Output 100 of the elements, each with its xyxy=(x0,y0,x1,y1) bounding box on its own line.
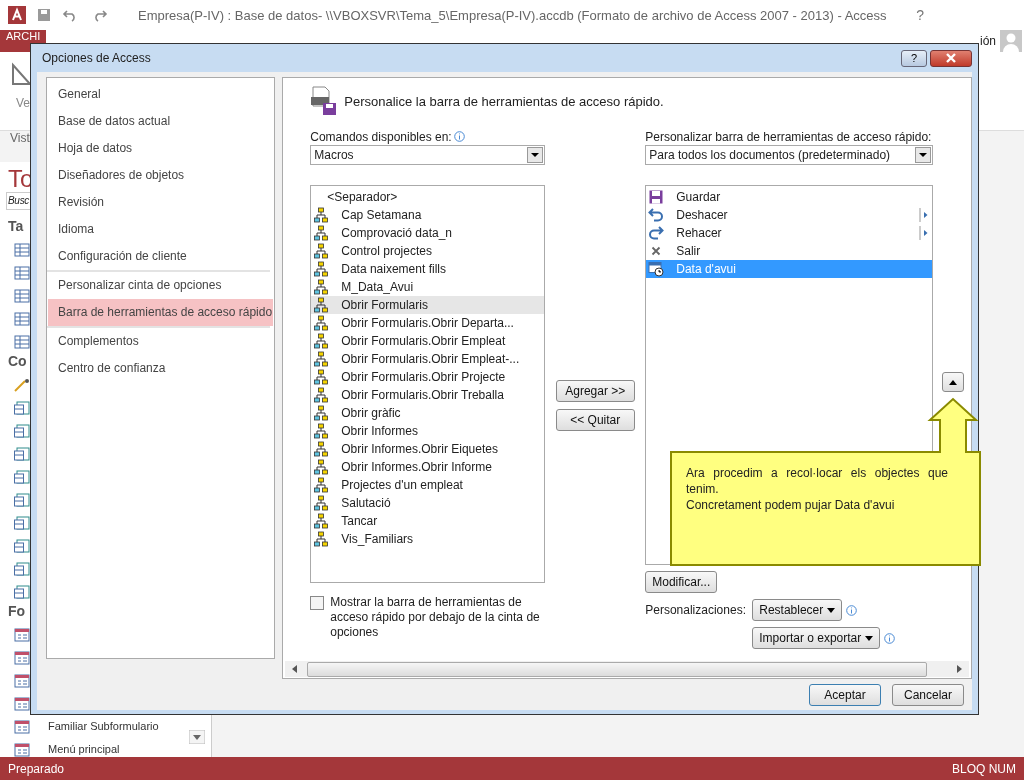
command-item[interactable]: Cap Setamana xyxy=(311,206,545,224)
category-item[interactable]: Idioma xyxy=(48,216,274,243)
command-item[interactable]: Salutació xyxy=(311,494,545,512)
category-item[interactable]: Configuración de cliente xyxy=(48,243,274,270)
toolbar-item[interactable]: Guardar xyxy=(646,188,933,206)
view-button-label[interactable]: Ve xyxy=(16,96,30,110)
help-button[interactable]: ? xyxy=(916,7,924,23)
form-icon[interactable] xyxy=(14,650,30,665)
query-icon[interactable] xyxy=(14,423,30,438)
query-icon[interactable] xyxy=(14,515,30,530)
form-icon[interactable] xyxy=(14,696,30,711)
command-item[interactable]: Comprovació data_n xyxy=(311,224,545,242)
query-icon[interactable] xyxy=(14,561,30,576)
help-button[interactable]: ? xyxy=(901,49,927,67)
checkbox[interactable] xyxy=(310,596,325,610)
command-item[interactable]: Obrir Formularis xyxy=(311,296,545,314)
command-item[interactable]: <Separador> xyxy=(311,188,545,206)
reset-dropdown-button[interactable]: Restablecer xyxy=(752,599,843,621)
category-item[interactable]: Base de datos actual xyxy=(48,108,274,135)
caret-icon xyxy=(827,607,836,613)
form-icon[interactable] xyxy=(14,742,30,757)
table-icon[interactable] xyxy=(14,265,30,280)
status-text: Preparado xyxy=(8,761,65,776)
macro-icon xyxy=(313,369,330,385)
query-icon[interactable] xyxy=(14,538,30,553)
command-item[interactable]: Obrir Informes.Obrir Informe xyxy=(311,458,545,476)
commands-label: Comandos disponibles en: xyxy=(310,128,546,145)
command-item[interactable]: Control projectes xyxy=(311,242,545,260)
macro-icon xyxy=(313,495,330,511)
command-item[interactable]: Obrir Formularis.Obrir Projecte xyxy=(311,368,545,386)
table-icon[interactable] xyxy=(14,334,30,349)
command-item[interactable]: Obrir Informes xyxy=(311,422,545,440)
macro-icon xyxy=(313,207,330,223)
query-icon[interactable] xyxy=(14,469,30,484)
category-item[interactable]: Diseñadores de objetos xyxy=(48,162,274,189)
macro-icon xyxy=(313,297,330,313)
command-item[interactable]: M_Data_Avui xyxy=(311,278,545,296)
checkbox-label[interactable]: Mostrar la barra de herramientas de acceso rápido por debajo de la cinta de opciones xyxy=(330,595,541,640)
category-item[interactable]: Hoja de datos xyxy=(48,135,274,162)
add-button[interactable]: Agregar >> xyxy=(555,380,635,402)
command-item[interactable]: Projectes d'un empleat xyxy=(311,476,545,494)
save-icon xyxy=(648,189,665,205)
remove-button[interactable]: << Quitar xyxy=(555,409,635,431)
cancel-button[interactable]: Cancelar xyxy=(892,683,964,706)
ok-button[interactable]: Aceptar xyxy=(809,683,881,706)
toolbar-item[interactable]: Deshacer xyxy=(646,206,933,224)
command-item[interactable]: Obrir Informes.Obrir Eiquetes xyxy=(311,440,545,458)
macro-icon xyxy=(313,351,330,367)
toolbar-item[interactable]: Rehacer xyxy=(646,224,933,242)
close-icon[interactable] xyxy=(946,53,956,63)
commands-dropdown[interactable]: Macros xyxy=(310,145,546,165)
query-icon[interactable] xyxy=(14,492,30,507)
category-item[interactable]: Personalizar cinta de opciones xyxy=(48,272,274,299)
sign-in-link[interactable]: ión xyxy=(980,34,996,48)
command-item[interactable]: Obrir Formularis.Obrir Empleat-... xyxy=(311,350,545,368)
command-item[interactable]: Vis_Familiars xyxy=(311,530,545,548)
scroll-right-icon[interactable] xyxy=(955,665,963,673)
horizontal-scrollbar[interactable] xyxy=(285,661,969,677)
toolbar-item[interactable]: Salir xyxy=(646,242,933,260)
save-icon[interactable] xyxy=(36,7,52,23)
table-icon[interactable] xyxy=(14,311,30,326)
wand-icon[interactable] xyxy=(14,377,30,392)
table-icon[interactable] xyxy=(14,288,30,303)
scroll-down-icon[interactable] xyxy=(189,730,205,744)
up-arrow-icon xyxy=(949,379,958,385)
form-icon[interactable] xyxy=(14,627,30,642)
category-item[interactable]: Complementos xyxy=(48,328,274,355)
command-item[interactable]: Obrir Formularis.Obrir Treballa xyxy=(311,386,545,404)
query-icon[interactable] xyxy=(14,584,30,599)
form-icon[interactable] xyxy=(14,673,30,688)
macro-icon xyxy=(313,441,330,457)
query-icon[interactable] xyxy=(14,400,30,415)
form-icon[interactable] xyxy=(14,719,30,734)
category-item[interactable]: Revisión xyxy=(48,189,274,216)
import-export-dropdown-button[interactable]: Importar o exportar xyxy=(752,627,881,649)
nav-item-label[interactable]: Familiar Subformulario xyxy=(48,720,159,733)
macro-icon xyxy=(313,333,330,349)
macro-icon xyxy=(313,513,330,529)
scroll-left-icon[interactable] xyxy=(291,665,300,673)
command-item[interactable]: Obrir Formularis.Obrir Empleat xyxy=(311,332,545,350)
category-item[interactable]: Centro de confianza xyxy=(48,355,274,382)
submenu-arrow-icon xyxy=(919,208,929,222)
category-item[interactable]: General xyxy=(48,81,274,108)
close-button[interactable] xyxy=(930,49,972,67)
info-icon xyxy=(846,604,858,616)
macro-icon xyxy=(313,477,330,493)
printer-save-icon xyxy=(310,86,339,116)
command-item[interactable]: Data naixement fills xyxy=(311,260,545,278)
nav-item-label[interactable]: Menú principal xyxy=(48,743,120,756)
command-item[interactable]: Obrir gràfic xyxy=(311,404,545,422)
query-icon[interactable] xyxy=(14,446,30,461)
command-item[interactable]: Obrir Formularis.Obrir Departa... xyxy=(311,314,545,332)
category-item[interactable]: Barra de herramientas de acceso rápido xyxy=(48,299,274,326)
macro-icon xyxy=(313,387,330,403)
toolbar-dropdown[interactable]: Para todos los documentos (predeterminado) xyxy=(645,145,934,165)
table-icon[interactable] xyxy=(14,242,30,257)
command-item[interactable]: Tancar xyxy=(311,512,545,530)
callout-text: Ara procedim a recol·locar els objectes que tenim. Concretament podem pujar Data d'avui xyxy=(686,465,948,513)
move-up-button[interactable] xyxy=(942,372,965,392)
modify-button[interactable]: Modificar... xyxy=(645,571,718,593)
